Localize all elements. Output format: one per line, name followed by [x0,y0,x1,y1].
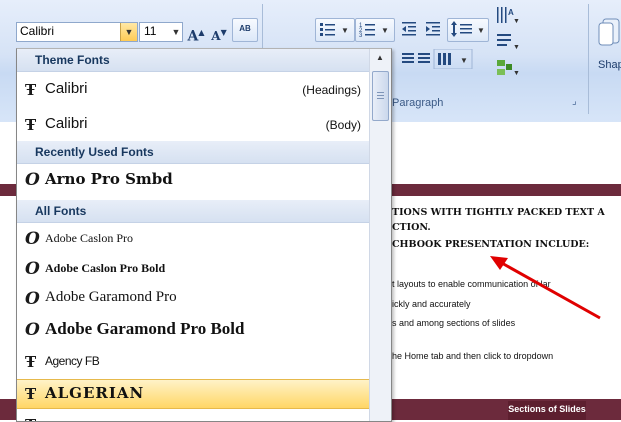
font-item-arno-pro-smbd[interactable]: O Arno Pro Smbd [17,166,369,194]
font-item-name: ALGERIAN [45,384,145,402]
all-fonts-header-label: All Fonts [35,204,87,218]
font-item-name: Agency FB [45,354,100,368]
font-item-calibri-headings[interactable]: Ŧ Calibri (Headings) [17,76,369,104]
font-item-name: Calibri [45,80,88,97]
dropdown-scrollbar[interactable]: ▲ [369,49,391,421]
font-item-name: Adobe Garamond Pro [45,289,177,305]
truetype-icon: Ŧ [25,116,37,134]
font-item-name: Arno Pro Smbd [45,170,173,188]
font-item-name: Adobe Garamond Pro Bold [45,319,245,338]
font-item-tag: (Headings) [302,83,361,97]
font-item-name: Calibri [45,115,88,132]
recent-fonts-header-label: Recently Used Fonts [35,145,154,159]
scroll-up-arrow-icon[interactable]: ▲ [372,51,388,65]
font-item-partial[interactable]: Ŧ [17,411,369,421]
truetype-icon: Ŧ [25,81,37,99]
truetype-icon: Ŧ [25,353,37,371]
grip-line [377,98,384,99]
scroll-thumb[interactable] [372,71,389,121]
font-item-adobe-garamond-pro-bold[interactable]: O Adobe Garamond Pro Bold [17,316,369,344]
opentype-icon: O [25,259,40,279]
opentype-icon: O [25,289,40,309]
font-dropdown-content: Theme Fonts Ŧ Calibri (Headings) Ŧ Calib… [17,49,369,421]
truetype-icon: Ŧ [25,416,41,421]
font-item-name: Adobe Caslon Pro Bold [45,261,166,275]
truetype-icon: Ŧ [25,385,37,403]
font-item-adobe-caslon-pro[interactable]: O Adobe Caslon Pro [17,225,369,253]
opentype-icon: O [25,170,40,190]
grip-line [377,92,384,93]
opentype-icon: O [25,229,40,249]
all-fonts-header: All Fonts [17,200,369,223]
font-item-tag: (Body) [325,118,361,132]
opentype-icon: O [25,320,40,340]
font-item-algerian[interactable]: Ŧ ALGERIAN [17,379,369,409]
font-item-agency-fb[interactable]: Ŧ Agency FB [17,348,369,376]
font-item-adobe-garamond-pro[interactable]: O Adobe Garamond Pro [17,285,369,313]
font-item-adobe-caslon-pro-bold[interactable]: O Adobe Caslon Pro Bold [17,255,369,283]
theme-fonts-header: Theme Fonts [17,49,369,72]
recent-fonts-header: Recently Used Fonts [17,141,369,164]
font-dropdown-list[interactable]: Theme Fonts Ŧ Calibri (Headings) Ŧ Calib… [16,48,392,422]
grip-line [377,95,384,96]
font-item-calibri-body[interactable]: Ŧ Calibri (Body) [17,111,369,139]
theme-fonts-header-label: Theme Fonts [35,53,110,67]
font-item-name: Adobe Caslon Pro [45,231,133,245]
